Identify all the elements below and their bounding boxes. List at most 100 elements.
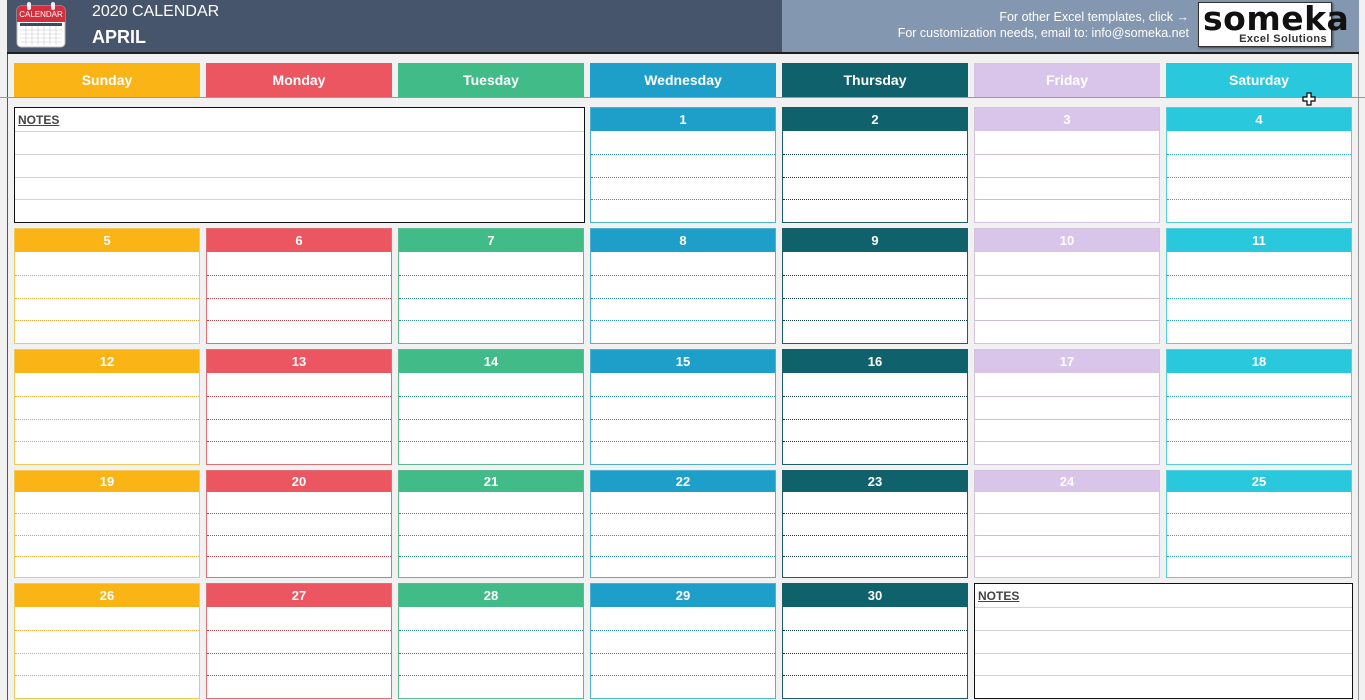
someka-logo-button[interactable]: someka Excel Solutions: [1198, 0, 1349, 47]
day-entry-line[interactable]: [15, 607, 199, 630]
day-cell[interactable]: 5: [14, 228, 200, 344]
notes-line[interactable]: [975, 629, 1352, 653]
day-entry-line[interactable]: [207, 441, 391, 464]
day-entry-line[interactable]: [15, 297, 199, 321]
day-entry-line[interactable]: [207, 373, 391, 396]
day-entry-line[interactable]: [975, 513, 1159, 534]
day-entry-line[interactable]: [783, 297, 967, 321]
day-entry-line[interactable]: [15, 274, 199, 298]
day-entry-line[interactable]: [1167, 373, 1351, 396]
day-entry-line[interactable]: [591, 297, 775, 321]
day-entry-line[interactable]: [591, 153, 775, 177]
day-entry-line[interactable]: [15, 492, 199, 513]
day-entry-line[interactable]: [975, 395, 1159, 419]
day-entry-line[interactable]: [591, 131, 775, 154]
day-entry-line[interactable]: [783, 373, 967, 396]
day-entry-line[interactable]: [975, 199, 1159, 222]
day-entry-line[interactable]: [399, 418, 583, 442]
day-entry-line[interactable]: [1167, 320, 1351, 343]
day-entry-line[interactable]: [207, 534, 391, 556]
day-entry-line[interactable]: [15, 513, 199, 534]
day-entry-line[interactable]: [399, 675, 583, 698]
day-cell[interactable]: 30: [782, 583, 968, 699]
day-entry-line[interactable]: [783, 675, 967, 698]
day-entry-line[interactable]: [15, 555, 199, 577]
day-entry-line[interactable]: [591, 534, 775, 556]
day-entry-line[interactable]: [783, 418, 967, 442]
day-entry-line[interactable]: [591, 513, 775, 534]
day-entry-line[interactable]: [783, 320, 967, 343]
email-contact[interactable]: For customization needs, email to: info@…: [898, 25, 1189, 41]
day-entry-line[interactable]: [1167, 297, 1351, 321]
day-cell[interactable]: 27: [206, 583, 392, 699]
notes-line[interactable]: [15, 153, 584, 177]
day-entry-line[interactable]: [15, 441, 199, 464]
day-cell[interactable]: 15: [590, 349, 776, 465]
day-entry-line[interactable]: [591, 441, 775, 464]
day-entry-line[interactable]: [975, 176, 1159, 200]
day-entry-line[interactable]: [783, 176, 967, 200]
day-entry-line[interactable]: [207, 675, 391, 698]
day-entry-line[interactable]: [975, 131, 1159, 154]
day-entry-line[interactable]: [399, 629, 583, 653]
day-entry-line[interactable]: [15, 395, 199, 419]
day-entry-line[interactable]: [975, 418, 1159, 442]
day-entry-line[interactable]: [975, 153, 1159, 177]
day-cell[interactable]: 26: [14, 583, 200, 699]
day-cell[interactable]: 12: [14, 349, 200, 465]
day-entry-line[interactable]: [15, 418, 199, 442]
day-entry-line[interactable]: [207, 252, 391, 275]
day-entry-line[interactable]: [207, 513, 391, 534]
day-cell[interactable]: 11: [1166, 228, 1352, 344]
day-entry-line[interactable]: [591, 199, 775, 222]
day-entry-line[interactable]: [1167, 176, 1351, 200]
day-entry-line[interactable]: [783, 199, 967, 222]
day-cell[interactable]: 18: [1166, 349, 1352, 465]
day-entry-line[interactable]: [1167, 153, 1351, 177]
day-entry-line[interactable]: [975, 320, 1159, 343]
day-cell[interactable]: 8: [590, 228, 776, 344]
day-cell[interactable]: 1: [590, 107, 776, 223]
day-cell[interactable]: 4: [1166, 107, 1352, 223]
day-entry-line[interactable]: [591, 395, 775, 419]
day-entry-line[interactable]: [399, 555, 583, 577]
day-cell[interactable]: 9: [782, 228, 968, 344]
day-entry-line[interactable]: [399, 652, 583, 676]
day-entry-line[interactable]: [15, 320, 199, 343]
day-entry-line[interactable]: [1167, 395, 1351, 419]
day-entry-line[interactable]: [975, 492, 1159, 513]
notes-line[interactable]: [15, 131, 584, 154]
day-entry-line[interactable]: [15, 629, 199, 653]
day-entry-line[interactable]: [591, 176, 775, 200]
day-entry-line[interactable]: [399, 320, 583, 343]
day-entry-line[interactable]: [15, 675, 199, 698]
day-entry-line[interactable]: [975, 252, 1159, 275]
day-entry-line[interactable]: [399, 441, 583, 464]
day-entry-line[interactable]: [975, 373, 1159, 396]
day-entry-line[interactable]: [591, 252, 775, 275]
day-entry-line[interactable]: [1167, 492, 1351, 513]
day-cell[interactable]: 16: [782, 349, 968, 465]
day-entry-line[interactable]: [399, 373, 583, 396]
notes-line[interactable]: [15, 199, 584, 222]
day-entry-line[interactable]: [591, 652, 775, 676]
day-entry-line[interactable]: [399, 252, 583, 275]
day-cell[interactable]: 6: [206, 228, 392, 344]
notes-line[interactable]: [975, 652, 1352, 676]
day-entry-line[interactable]: [207, 418, 391, 442]
day-cell[interactable]: 19: [14, 470, 200, 578]
notes-box-bottom[interactable]: NOTES: [974, 583, 1353, 699]
day-entry-line[interactable]: [207, 607, 391, 630]
day-entry-line[interactable]: [783, 441, 967, 464]
templates-link[interactable]: For other Excel templates, click →: [898, 9, 1189, 25]
day-entry-line[interactable]: [783, 555, 967, 577]
day-entry-line[interactable]: [975, 297, 1159, 321]
day-entry-line[interactable]: [591, 418, 775, 442]
day-entry-line[interactable]: [975, 274, 1159, 298]
notes-box-top[interactable]: NOTES: [14, 107, 585, 223]
day-entry-line[interactable]: [1167, 274, 1351, 298]
notes-line[interactable]: [15, 176, 584, 200]
day-entry-line[interactable]: [783, 274, 967, 298]
day-entry-line[interactable]: [591, 274, 775, 298]
day-entry-line[interactable]: [783, 153, 967, 177]
